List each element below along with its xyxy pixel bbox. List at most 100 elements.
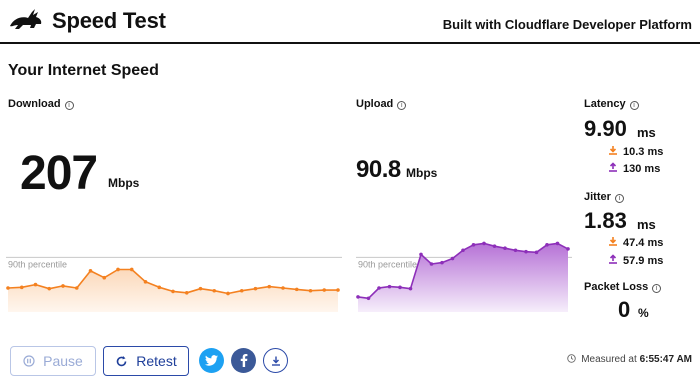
measured-time: 6:55:47 AM [639,354,692,365]
pause-button[interactable]: Pause [10,346,96,376]
facebook-icon [240,354,247,367]
info-icon[interactable]: i [629,101,639,110]
jitter-up-row: 57.9 ms [608,254,663,267]
jitter-label-text: Jitter [584,191,611,203]
jitter-label: Jitter i [584,191,624,203]
chart-point [513,248,518,253]
download-arrow-icon [609,146,617,155]
chart-point [524,249,528,254]
latency-down-value: 10.3 ms [623,146,664,158]
chart-point [267,284,272,289]
chart-point [6,286,10,290]
chart-point [429,262,434,266]
chart-point [102,275,107,280]
chart-point [171,289,175,294]
download-label-text: Download [8,98,61,110]
chart-point [398,285,402,290]
chart-point [226,291,230,296]
info-icon[interactable]: i [64,101,74,110]
upload-label-text: Upload [356,98,394,110]
facebook-share-button[interactable] [231,348,256,373]
download-value: 207 [20,147,98,200]
jitter-down-value: 47.4 ms [623,237,664,249]
chart-point [198,286,203,291]
download-results-button[interactable] [263,348,288,373]
chart-point [212,288,217,293]
download-label: Download i [8,98,74,110]
measured-prefix: Measured at [581,354,637,365]
chart-point [387,284,392,289]
measured-at: Measured at 6:55:47 AM [567,354,692,365]
chart-point [47,286,52,291]
chart-point [356,295,360,299]
latency-up-row: 130 ms [608,162,660,175]
info-icon[interactable]: i [652,284,662,293]
upload-arrow-icon [609,162,617,172]
chart-point [281,286,285,290]
chart-point [450,256,455,261]
latency-label-text: Latency [584,98,626,110]
app-title: Speed Test [52,8,166,33]
upload-label: Upload i [356,98,407,110]
packet-loss-label-text: Packet Loss [584,281,649,293]
latency-up-value: 130 ms [623,163,661,175]
chart-point [408,286,413,291]
chart-point [440,260,444,265]
twitter-share-button[interactable] [199,348,224,373]
chart-point [566,247,570,251]
packet-loss-unit: % [638,306,649,320]
upload-unit: Mbps [406,166,438,180]
built-with-link[interactable]: Built with Cloudflare Developer Platform [443,17,692,32]
chart-point [19,285,24,290]
latency-unit: ms [637,125,656,140]
download-icon [271,356,280,366]
jitter-down-row: 47.4 ms [608,236,663,249]
download-chart: 90th percentile [6,256,342,312]
chart-point [129,267,134,272]
chart-point [294,287,299,292]
chart-point [419,252,423,257]
upload-arrow-icon [609,254,617,264]
pause-icon [23,355,35,367]
percentile-label: 90th percentile [8,259,67,269]
chart-point [366,296,371,301]
chart-point [74,286,79,290]
upload-value: 90.8 [356,156,401,183]
section-title: Your Internet Speed [8,62,159,79]
chart-point [88,269,93,273]
header: Speed Test Built with Cloudflare Develop… [0,0,700,44]
chart-point [61,284,65,288]
chart-point [239,288,244,293]
chart-point [33,282,38,287]
rabbit-logo-icon [10,9,42,29]
chart-point [471,243,476,247]
twitter-icon [205,355,218,366]
jitter-up-value: 57.9 ms [623,255,664,267]
chart-point [461,248,465,253]
clock-icon [567,354,577,363]
chart-point [492,244,497,248]
chart-point [503,246,507,251]
chart-point [308,288,313,293]
download-unit: Mbps [108,176,140,190]
chart-point [545,243,549,247]
chart-point [143,280,148,284]
chart-point [555,241,560,246]
info-icon[interactable]: i [614,194,624,203]
chart-point [184,291,189,295]
retest-button[interactable]: Retest [103,346,189,376]
packet-loss-value: 0 [618,297,631,322]
chart-point [482,241,486,246]
chart-point [322,288,327,292]
chart-point [157,285,162,290]
packet-loss-label: Packet Loss i [584,281,662,293]
jitter-value: 1.83 [584,208,627,233]
latency-down-row: 10.3 ms [608,145,663,158]
percentile-label: 90th percentile [358,259,417,269]
latency-label: Latency i [584,98,639,110]
chart-point [377,286,381,290]
info-icon[interactable]: i [397,101,407,110]
jitter-unit: ms [637,217,656,232]
pause-button-label: Pause [43,353,83,369]
chart-point [253,286,258,291]
